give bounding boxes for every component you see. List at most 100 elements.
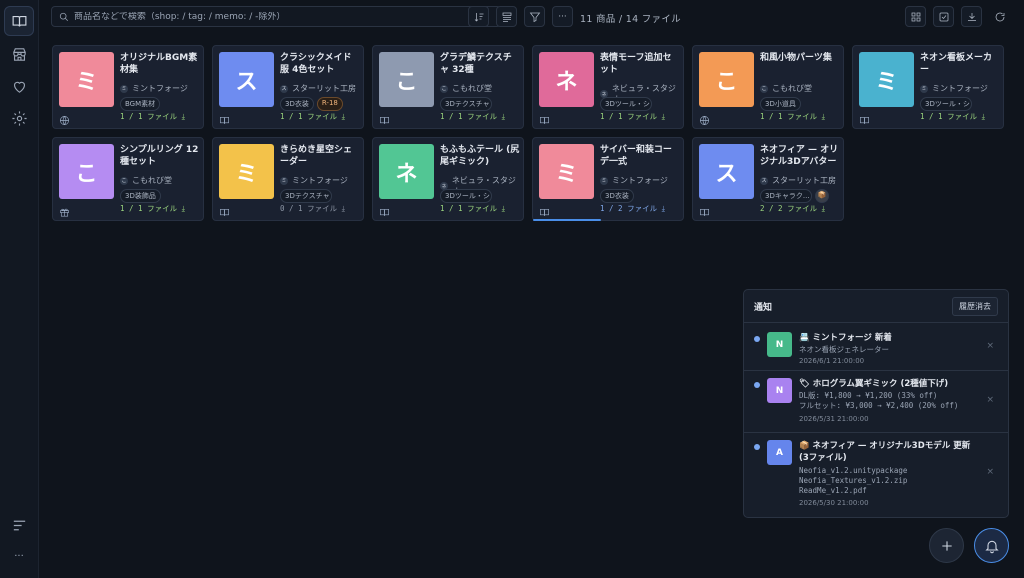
product-card[interactable]: こシンプルリング 12種セットここもれび堂 3D装飾品 1 / 1 ファイル ⤓ — [52, 137, 204, 221]
product-card[interactable]: ネもふもふテール (尻尾ギミック)ネネビュラ・スタジオ3Dツール・システム1 /… — [372, 137, 524, 221]
category-tag[interactable]: 3Dツール・システム — [600, 97, 652, 111]
file-count: 1 / 1 ファイル ⤓ — [120, 203, 185, 214]
file-count-text: 1 / 1 ファイル — [120, 204, 178, 213]
product-card[interactable]: ミネオン看板メーカーミミントフォージ3Dツール・システム1 / 1 ファイル ⤓ — [852, 45, 1004, 129]
category-tag[interactable]: 3D衣装 — [280, 97, 314, 111]
notification-item[interactable]: N 📇 ミントフォージ 新着 ネオン看板ジェネレーター 2026/6/1 21:… — [744, 323, 1008, 371]
file-count: 1 / 2 ファイル ⤓ — [600, 203, 665, 214]
book-icon[interactable] — [379, 111, 390, 124]
settings-nav-button[interactable] — [4, 103, 34, 133]
file-count-text: 1 / 1 ファイル — [600, 112, 658, 121]
file-count-text: 1 / 1 ファイル — [280, 112, 338, 121]
tag-list: 3Dツール・システム — [600, 97, 652, 111]
filter-list-button[interactable] — [4, 510, 34, 540]
tag-list: BGM素材 — [120, 97, 161, 111]
shop-name[interactable]: ミミントフォージ — [920, 83, 988, 94]
select-mode-button[interactable] — [933, 6, 954, 27]
sidebar-more-button[interactable]: ··· — [4, 541, 34, 571]
notification-item-body: Neofia_v1.2.unitypackage Neofia_Textures… — [799, 466, 908, 495]
filter-button[interactable] — [524, 6, 545, 27]
category-tag[interactable]: 3Dテクスチャ — [280, 189, 332, 203]
shop-name[interactable]: ミミントフォージ — [120, 83, 188, 94]
product-card[interactable]: ミきらめき星空シェーダーミミントフォージ 3Dテクスチャ 0 / 1 ファイル ⤓ — [212, 137, 364, 221]
book-icon[interactable] — [219, 111, 230, 124]
notifications-toggle-button[interactable] — [974, 528, 1009, 563]
product-card[interactable]: ミサイバー和装コーデ一式ミミントフォージ 3D衣装 1 / 2 ファイル ⤓ — [532, 137, 684, 221]
shop-avatar: こ — [760, 84, 768, 93]
book-icon[interactable] — [379, 203, 390, 216]
product-card[interactable]: スクラシックメイド服 4色セットススターリット工房 3D衣装 R-18 1 / 1 フ… — [212, 45, 364, 129]
sort-button[interactable] — [468, 6, 489, 27]
product-thumbnail: こ — [699, 52, 754, 107]
book-icon[interactable] — [539, 111, 550, 124]
globe-icon[interactable] — [699, 111, 710, 125]
search-box — [51, 6, 501, 27]
shop-name[interactable]: ここもれび堂 — [440, 83, 492, 94]
file-count: 1 / 1 ファイル ⤓ — [440, 203, 505, 214]
category-tag[interactable]: 3Dテクスチャ — [440, 97, 492, 111]
tag-list: 3D小道具 — [760, 97, 801, 111]
library-nav-button[interactable] — [4, 6, 34, 36]
category-tag[interactable]: 📦 — [815, 189, 829, 203]
grid-icon — [911, 12, 920, 21]
category-tag[interactable]: 3Dキャラク... — [760, 189, 812, 203]
clear-history-button[interactable]: 履歴消去 — [952, 296, 998, 316]
product-card[interactable]: ネ表情モーフ追加セットネネビュラ・スタジオ3Dツール・システム1 / 1 ファイ… — [532, 45, 684, 129]
category-tag[interactable]: 3D小道具 — [760, 97, 801, 111]
file-count-text: 1 / 1 ファイル — [440, 112, 498, 121]
shop-label: こもれび堂 — [772, 84, 812, 93]
heart-icon — [13, 81, 25, 93]
category-tag[interactable]: 3Dツール・システム — [920, 97, 972, 111]
shop-name[interactable]: ミミントフォージ — [280, 175, 348, 186]
category-tag[interactable]: 3Dツール・システム — [440, 189, 492, 203]
notification-item[interactable]: A 📦 ネオフィア — オリジナル3Dモデル 更新 (3ファイル) Neofia… — [744, 433, 1008, 517]
tag-list: 3Dテクスチャ — [440, 97, 492, 111]
shop-name[interactable]: ススターリット工房 — [760, 175, 836, 186]
category-tag[interactable]: 3D衣装 — [600, 189, 634, 203]
file-count: 1 / 1 ファイル ⤓ — [760, 111, 825, 122]
gift-icon[interactable] — [59, 203, 70, 217]
category-tag[interactable]: BGM素材 — [120, 97, 161, 111]
download-button[interactable] — [961, 6, 982, 27]
search-input[interactable] — [74, 11, 494, 22]
globe-icon[interactable] — [59, 111, 70, 125]
shop-avatar: ス — [280, 84, 288, 93]
shop-name[interactable]: ミミントフォージ — [600, 175, 668, 186]
notification-item-time: 2026/6/1 21:00:00 — [799, 357, 865, 365]
notification-item-title: 🏷 ホログラム翼ギミック (2種値下げ) — [799, 379, 949, 389]
book-icon[interactable] — [859, 111, 870, 124]
group-button[interactable] — [496, 6, 517, 27]
product-thumbnail: ミ — [59, 52, 114, 107]
tag-list: 3D衣装 — [600, 189, 634, 203]
grid-view-button[interactable] — [905, 6, 926, 27]
refresh-button[interactable] — [989, 6, 1010, 27]
notification-item[interactable]: N 🏷 ホログラム翼ギミック (2種値下げ) DL版: ¥1,800 → ¥1,… — [744, 371, 1008, 433]
download-icon — [967, 12, 976, 21]
tag-list: 3Dテクスチャ — [280, 189, 332, 203]
notification-item-body: DL版: ¥1,800 → ¥1,200 (33% off) フルセット: ¥3… — [799, 391, 959, 410]
product-card[interactable]: ミオリジナルBGM素材集ミミントフォージ BGM素材 1 / 1 ファイル ⤓ — [52, 45, 204, 129]
wishlist-nav-button[interactable] — [4, 71, 34, 101]
shops-nav-button[interactable] — [4, 39, 34, 69]
shop-avatar: ミ — [280, 176, 288, 185]
book-icon[interactable] — [219, 203, 230, 216]
shop-name[interactable]: ススターリット工房 — [280, 83, 356, 94]
product-card[interactable]: スネオフィア — オリジナル3Dアバターススターリット工房 3Dキャラク... 📦 2… — [692, 137, 844, 221]
more-options-button[interactable]: ··· — [552, 6, 573, 27]
product-title: グラデ鱗テクスチャ 32種 — [440, 53, 512, 75]
add-button[interactable] — [929, 528, 964, 563]
book-icon[interactable] — [699, 203, 710, 216]
category-tag[interactable]: 3D装飾品 — [120, 189, 161, 203]
product-card[interactable]: こ和風小物パーツ集ここもれび堂 3D小道具 1 / 1 ファイル ⤓ — [692, 45, 844, 129]
shop-name[interactable]: ここもれび堂 — [120, 175, 172, 186]
shop-name[interactable]: ここもれび堂 — [760, 83, 812, 94]
shop-label: スターリット工房 — [292, 84, 356, 93]
book-icon[interactable] — [539, 203, 550, 216]
age-rating-badge[interactable]: R-18 — [316, 97, 343, 111]
close-icon[interactable]: × — [986, 467, 994, 477]
download-icon: ⤓ — [977, 112, 985, 121]
close-icon[interactable]: × — [986, 395, 994, 405]
product-card[interactable]: こグラデ鱗テクスチャ 32種ここもれび堂 3Dテクスチャ 1 / 1 ファイル ⤓ — [372, 45, 524, 129]
close-icon[interactable]: × — [986, 341, 994, 351]
download-icon: ⤓ — [177, 112, 185, 121]
